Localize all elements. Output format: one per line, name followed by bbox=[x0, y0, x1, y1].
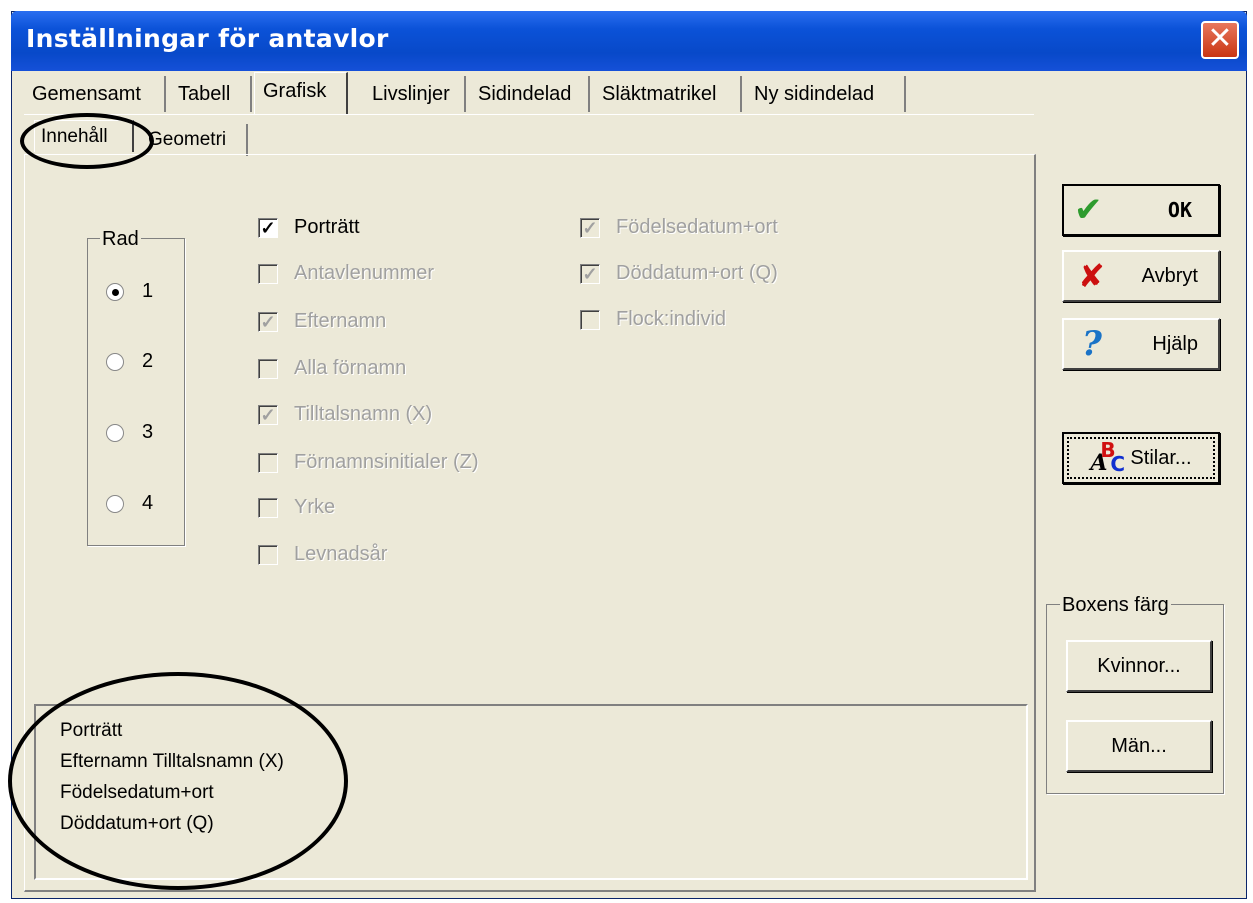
cancel-x-icon: ✘ bbox=[1078, 257, 1105, 295]
checkbox-box[interactable] bbox=[258, 358, 278, 379]
tab-livslinjer[interactable]: Livslinjer bbox=[364, 76, 466, 112]
checkbox-levnadsar[interactable]: Levnadsår bbox=[258, 543, 387, 566]
cancel-button[interactable]: ✘ Avbryt bbox=[1062, 250, 1220, 302]
check-icon[interactable]: ✓ bbox=[258, 404, 278, 425]
checkbox-flock-individ[interactable]: Flock:individ bbox=[580, 308, 726, 331]
tab-divider bbox=[24, 114, 1034, 115]
checkbox-box[interactable] bbox=[258, 544, 278, 565]
checkbox-box[interactable] bbox=[258, 452, 278, 473]
check-icon[interactable]: ✓ bbox=[258, 217, 278, 238]
tab-gemensamt[interactable]: Gemensamt bbox=[24, 76, 166, 112]
radio-button[interactable] bbox=[106, 494, 124, 513]
rad-legend: Rad bbox=[100, 228, 141, 251]
check-icon[interactable]: ✓ bbox=[580, 217, 600, 238]
question-mark-icon: ? bbox=[1082, 324, 1102, 364]
checkbox-box[interactable] bbox=[580, 309, 600, 330]
women-color-button[interactable]: Kvinnor... bbox=[1066, 640, 1212, 692]
rad-option-2[interactable]: 2 bbox=[106, 350, 153, 373]
close-button[interactable]: ✕ bbox=[1201, 21, 1239, 59]
window-title: Inställningar för antavlor bbox=[26, 24, 389, 53]
tab-slaktmatrikel[interactable]: Släktmatrikel bbox=[594, 76, 742, 112]
checkbox-box[interactable] bbox=[258, 263, 278, 284]
checkbox-alla-fornamn[interactable]: Alla förnamn bbox=[258, 357, 406, 380]
tab-ny-sidindelad[interactable]: Ny sidindelad bbox=[746, 76, 906, 112]
men-color-button[interactable]: Män... bbox=[1066, 720, 1212, 772]
help-button[interactable]: ? Hjälp bbox=[1062, 318, 1220, 370]
font-style-icon: A B C bbox=[1090, 438, 1126, 476]
tab-sidindelad[interactable]: Sidindelad bbox=[470, 76, 590, 112]
annotation-ellipse bbox=[8, 672, 348, 890]
check-icon[interactable]: ✓ bbox=[258, 311, 278, 332]
styles-button[interactable]: A B C Stilar... bbox=[1062, 432, 1220, 484]
checkbox-box[interactable] bbox=[258, 497, 278, 518]
checkbox-fornamnsinitialer[interactable]: Förnamnsinitialer (Z) bbox=[258, 451, 478, 474]
annotation-ellipse bbox=[20, 113, 154, 169]
tab-strip: Gemensamt Tabell Livslinjer Sidindelad S… bbox=[24, 76, 1024, 116]
rad-option-4[interactable]: 4 bbox=[106, 492, 153, 515]
check-icon[interactable]: ✓ bbox=[580, 263, 600, 284]
checkbox-portratt[interactable]: ✓ Porträtt bbox=[258, 216, 360, 239]
checkbox-fodelsedatum[interactable]: ✓ Födelsedatum+ort bbox=[580, 216, 778, 239]
tab-tabell[interactable]: Tabell bbox=[170, 76, 252, 112]
checkbox-doddatum[interactable]: ✓ Döddatum+ort (Q) bbox=[580, 262, 778, 285]
checkbox-tilltalsnamn[interactable]: ✓ Tilltalsnamn (X) bbox=[258, 403, 432, 426]
checkbox-efternamn[interactable]: ✓ Efternamn bbox=[258, 310, 386, 333]
tab-grafisk[interactable]: Grafisk bbox=[254, 72, 348, 114]
checkbox-antavlenummer[interactable]: Antavlenummer bbox=[258, 262, 434, 285]
ok-button[interactable]: ✔ OK bbox=[1062, 184, 1220, 236]
checkmark-icon: ✔ bbox=[1074, 190, 1103, 230]
radio-button[interactable] bbox=[106, 282, 124, 301]
checkbox-yrke[interactable]: Yrke bbox=[258, 496, 335, 519]
subtab-geometri[interactable]: Geometri bbox=[142, 124, 248, 156]
close-icon: ✕ bbox=[1207, 21, 1233, 56]
box-color-legend: Boxens färg bbox=[1060, 594, 1171, 617]
rad-option-3[interactable]: 3 bbox=[106, 421, 153, 444]
rad-option-1[interactable]: 1 bbox=[106, 280, 153, 303]
radio-button[interactable] bbox=[106, 352, 124, 371]
radio-button[interactable] bbox=[106, 423, 124, 442]
